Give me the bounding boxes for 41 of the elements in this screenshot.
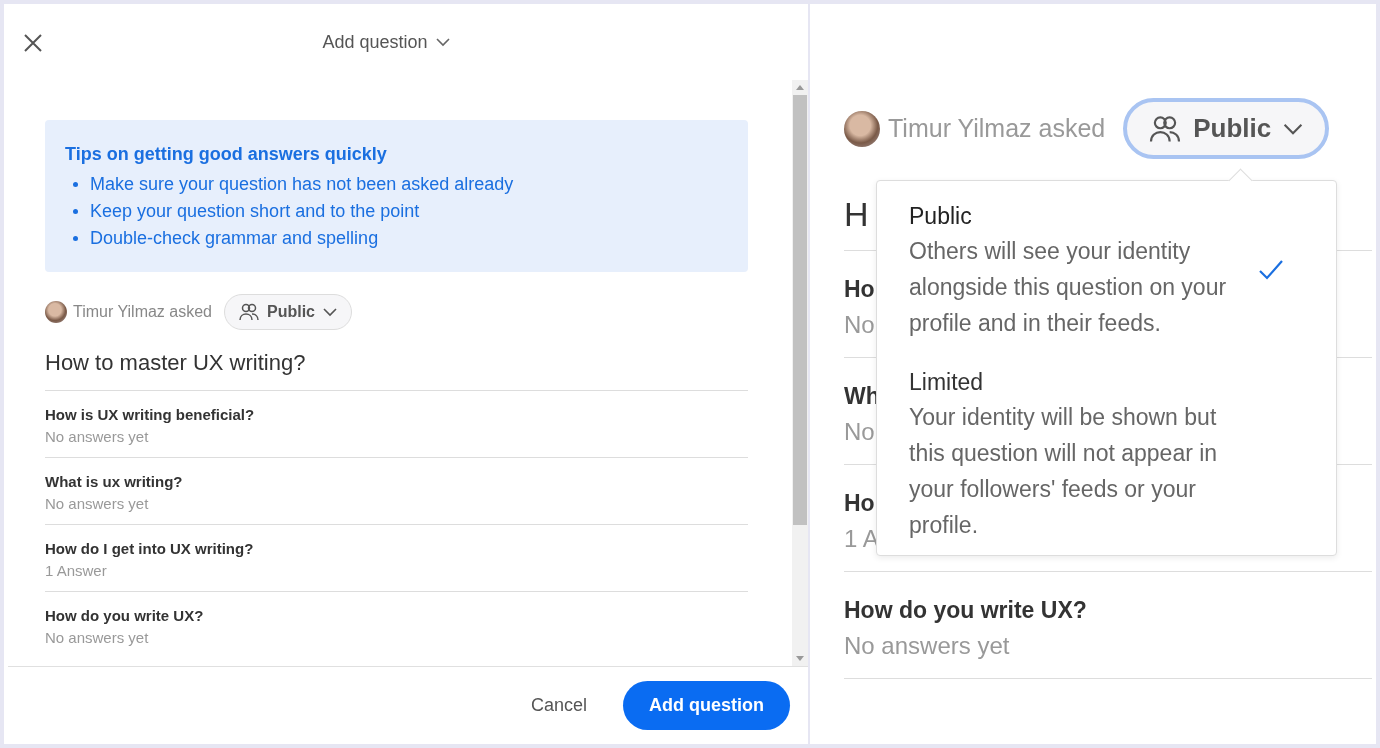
answer-count: 1 Answer xyxy=(45,561,108,581)
question-text[interactable]: How to master UX writing? xyxy=(45,330,748,391)
privacy-dropdown[interactable]: Public xyxy=(224,294,352,330)
people-icon xyxy=(239,303,259,321)
chevron-icon xyxy=(323,307,337,317)
dialog-title-dropdown[interactable]: Add question xyxy=(316,30,456,54)
privacy-option[interactable]: Limited Your identity will be shown but this question will not appear in your followers' feeds or your profile. xyxy=(909,365,1326,543)
related-question-link[interactable]: How do you write UX? xyxy=(45,606,748,626)
answer-count: No xyxy=(844,310,875,340)
chevron-icon xyxy=(435,37,450,47)
answer-count: No xyxy=(844,417,875,447)
scrollbar[interactable] xyxy=(792,80,808,666)
answer-count: No answers yet xyxy=(45,494,150,514)
answer-count: No answers yet xyxy=(844,631,1010,661)
tip-text: Double-check grammar and spelling xyxy=(90,227,379,250)
add-question-button[interactable]: Add question xyxy=(623,681,790,730)
answer-count: No answers yet xyxy=(45,628,150,648)
tips-heading: Tips on getting good answers quickly xyxy=(65,144,388,165)
related-question-link[interactable]: Ho xyxy=(844,271,875,307)
bullet-icon xyxy=(73,209,78,214)
author-label: Timur Yilmaz asked xyxy=(888,114,1106,143)
privacy-dropdown[interactable]: Public xyxy=(1123,98,1330,159)
tip-text: Make sure your question has not been asked already xyxy=(90,173,514,196)
related-question-link[interactable]: How is UX writing beneficial? xyxy=(45,405,748,425)
check-icon xyxy=(1258,259,1284,281)
chevron-icon xyxy=(1283,121,1304,136)
cancel-button[interactable]: Cancel xyxy=(524,694,593,717)
answer-count: No answers yet xyxy=(45,427,150,447)
avatar xyxy=(844,110,880,147)
avatar xyxy=(45,301,67,323)
related-question-link[interactable]: What is ux writing? xyxy=(45,472,748,492)
close-icon[interactable] xyxy=(23,33,43,53)
people-icon xyxy=(1149,114,1182,143)
related-question-link[interactable]: Ho xyxy=(844,485,875,521)
tip-text: Keep your question short and to the point xyxy=(90,200,420,223)
bullet-icon xyxy=(73,182,78,187)
related-question-link[interactable]: How do you write UX? xyxy=(844,592,1087,628)
related-question-link[interactable]: How do I get into UX writing? xyxy=(45,539,748,559)
privacy-option[interactable]: Public Others will see your identity alongside this question on your profile and in their feeds. xyxy=(909,199,1326,341)
author-label: Timur Yilmaz asked xyxy=(73,303,212,321)
bullet-icon xyxy=(73,236,78,241)
